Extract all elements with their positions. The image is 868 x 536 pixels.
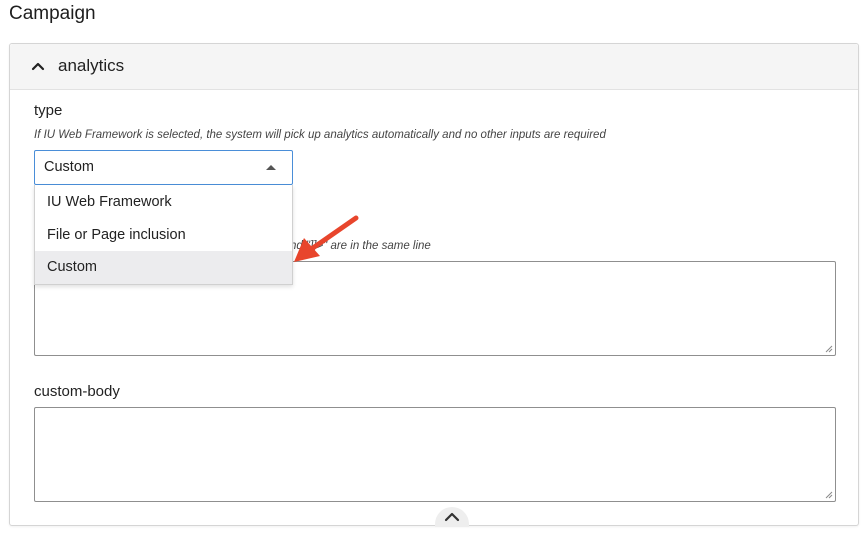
page-title: Campaign	[9, 3, 96, 24]
type-help-text: If IU Web Framework is selected, the sys…	[34, 129, 606, 141]
custom-body-textarea[interactable]	[34, 407, 836, 502]
panel-title: analytics	[58, 56, 125, 75]
resize-grip-icon[interactable]	[825, 345, 833, 353]
panel-header[interactable]: analytics	[10, 44, 858, 90]
chevron-up-icon[interactable]	[28, 56, 48, 76]
scroll-to-top-button[interactable]	[435, 507, 469, 527]
type-label: type	[34, 102, 63, 119]
option-file-or-page-inclusion[interactable]: File or Page inclusion	[35, 219, 292, 252]
option-iu-web-framework[interactable]: IU Web Framework	[35, 186, 292, 219]
resize-grip-icon[interactable]	[825, 491, 833, 499]
caret-up-icon	[266, 165, 276, 170]
type-dropdown-menu: IU Web Framework File or Page inclusion …	[34, 185, 293, 285]
analytics-panel: analytics type If IU Web Framework is se…	[9, 43, 859, 527]
type-select-value: Custom	[44, 159, 94, 175]
option-custom[interactable]: Custom	[35, 251, 292, 284]
type-select[interactable]: Custom	[34, 150, 293, 185]
annotation-arrow-icon	[294, 215, 359, 262]
custom-body-label: custom-body	[34, 383, 120, 400]
chevron-up-icon	[444, 512, 460, 522]
